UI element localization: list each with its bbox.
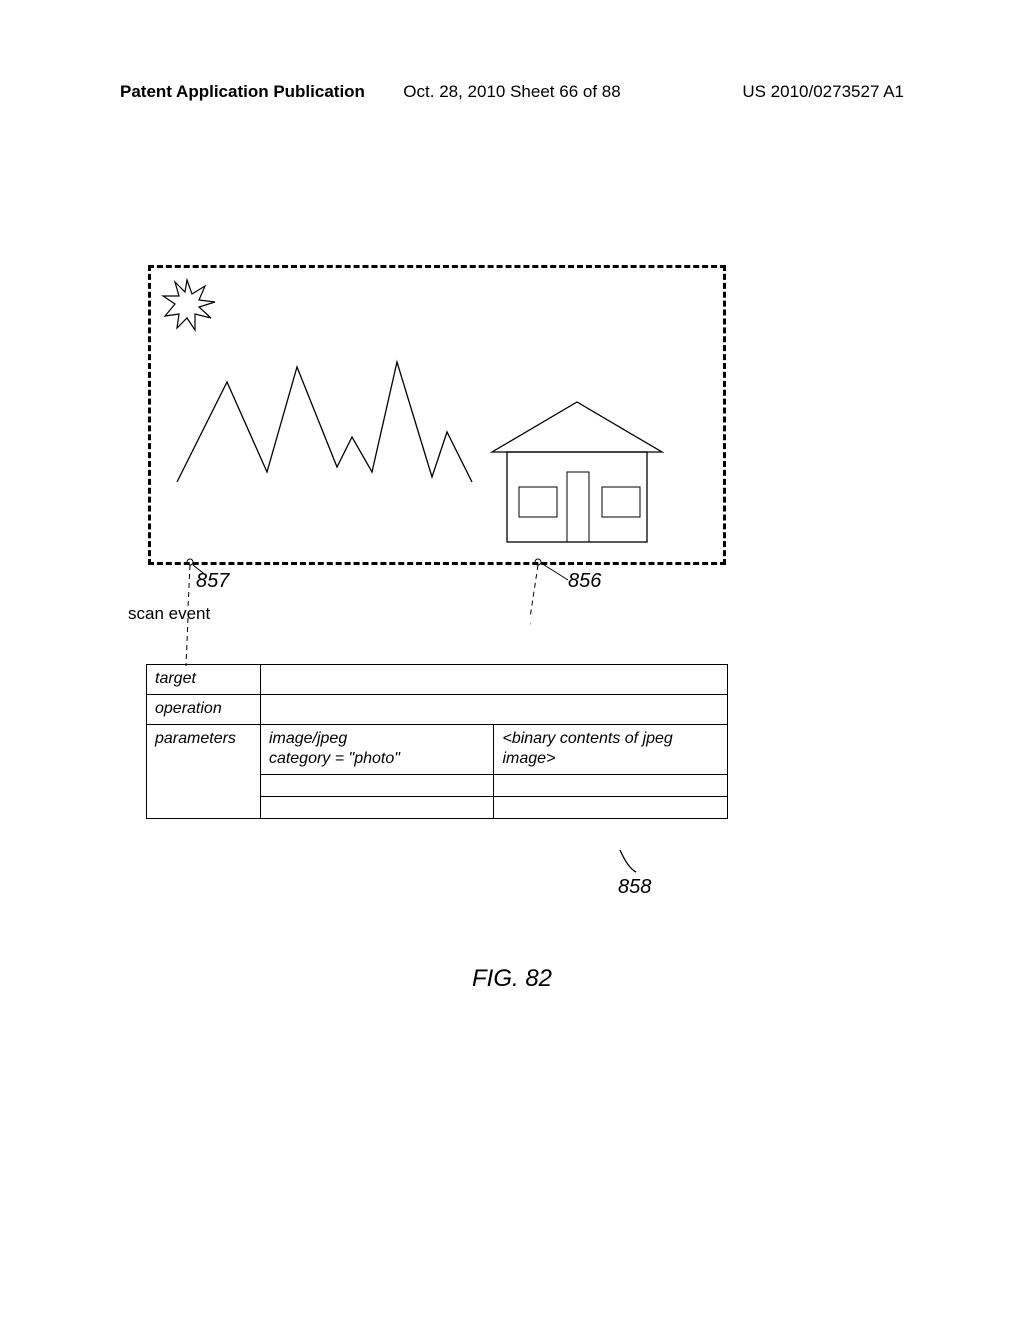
- sun-icon: [163, 280, 215, 330]
- event-table: target operation parameters image/jpeg c…: [146, 664, 728, 819]
- row-label: target: [147, 665, 261, 695]
- cell: [494, 797, 728, 819]
- image-frame: [148, 265, 726, 565]
- cell: [260, 775, 494, 797]
- figure-caption: FIG. 82: [472, 965, 552, 993]
- cell: [260, 797, 494, 819]
- scene-illustration: [155, 272, 719, 558]
- row-label: parameters: [147, 724, 261, 819]
- row-label: operation: [147, 694, 261, 724]
- callout-856: 856: [568, 570, 601, 593]
- callout-858: 858: [618, 876, 651, 899]
- leader-line-858: [616, 848, 656, 878]
- cell: [260, 665, 727, 695]
- table-row: parameters image/jpeg category = "photo"…: [147, 724, 728, 775]
- figure-area: [148, 265, 726, 565]
- header-center: Oct. 28, 2010 Sheet 66 of 88: [403, 82, 620, 102]
- cell: <binary contents of jpeg image>: [494, 724, 728, 775]
- house-icon: [492, 402, 662, 542]
- callout-857: 857: [196, 570, 229, 593]
- table-row: target: [147, 665, 728, 695]
- table-row: operation: [147, 694, 728, 724]
- header-right: US 2010/0273527 A1: [742, 82, 904, 102]
- cell: [260, 694, 727, 724]
- mountains-icon: [177, 362, 472, 482]
- scan-event-label: scan event: [128, 604, 210, 624]
- cell: image/jpeg category = "photo": [260, 724, 494, 775]
- leader-line-856: [530, 558, 570, 668]
- cell: [494, 775, 728, 797]
- header-left: Patent Application Publication: [120, 82, 365, 102]
